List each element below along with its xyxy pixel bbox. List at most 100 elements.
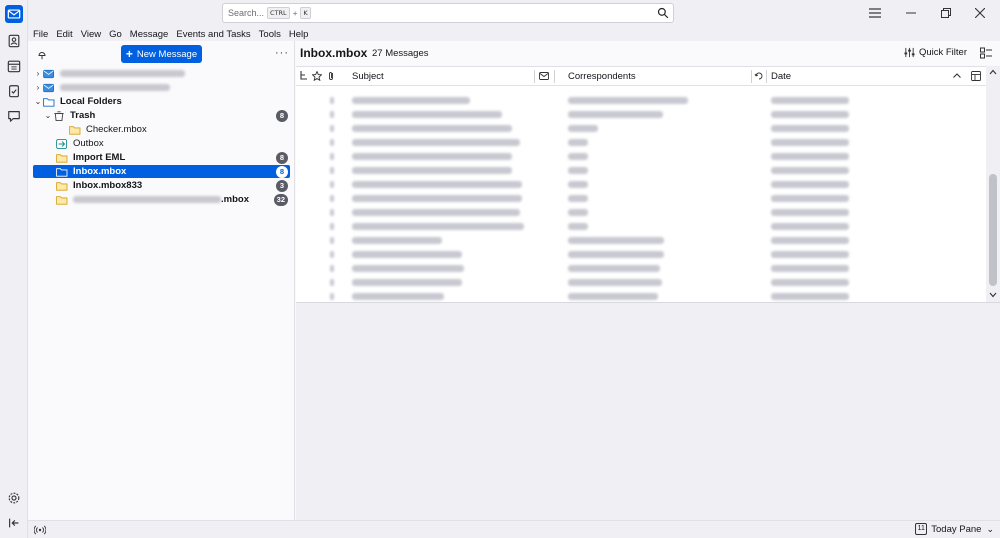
menu-file[interactable]: File <box>33 29 48 40</box>
unread-count-badge: 32 <box>273 193 288 206</box>
get-messages-icon[interactable] <box>36 48 48 60</box>
close-icon[interactable] <box>970 4 990 22</box>
menu-tools[interactable]: Tools <box>259 29 281 40</box>
message-preview-pane <box>296 302 1000 520</box>
folder-item-account-2[interactable]: › <box>33 81 290 94</box>
trash-icon <box>53 110 66 121</box>
redacted-thread-marker <box>330 293 334 300</box>
redacted-subject <box>352 251 462 258</box>
redacted-correspondent <box>568 111 663 118</box>
correspondents-column-header[interactable]: Correspondents <box>568 71 636 82</box>
redacted-thread-marker <box>330 209 334 216</box>
folder-item-checker-mbox[interactable]: Checker.mbox <box>33 123 290 136</box>
scroll-thumb[interactable] <box>989 174 997 286</box>
table-row[interactable] <box>296 192 986 206</box>
subject-column-header[interactable]: Subject <box>352 71 384 82</box>
folder-item-import-eml[interactable]: Import EML 8 <box>33 151 290 164</box>
folder-item-account-1[interactable]: › <box>33 67 290 80</box>
outbox-icon <box>56 138 69 149</box>
date-column-header[interactable]: Date <box>771 71 791 82</box>
new-message-button[interactable]: + New Message <box>121 45 202 63</box>
settings-gear-icon[interactable] <box>5 489 23 507</box>
sort-ascending-icon[interactable] <box>952 71 962 81</box>
table-row[interactable] <box>296 108 986 122</box>
minimize-icon[interactable] <box>901 4 921 22</box>
chevron-down-icon[interactable]: ⌄ <box>43 111 53 120</box>
column-divider[interactable] <box>554 70 555 83</box>
menu-go[interactable]: Go <box>109 29 122 40</box>
folder-item-inbox-mbox[interactable]: Inbox.mbox 8 <box>33 165 290 178</box>
folder-item-trash[interactable]: ⌄ Trash 8 <box>33 109 290 122</box>
mail-space-icon[interactable] <box>5 5 23 23</box>
calendar-icon[interactable] <box>5 57 23 75</box>
column-divider[interactable] <box>534 70 535 83</box>
folder-item-outbox[interactable]: Outbox <box>33 137 290 150</box>
table-row[interactable] <box>296 262 986 276</box>
today-pane-toggle[interactable]: 11 Today Pane ⌄ <box>915 523 994 535</box>
chat-icon[interactable] <box>5 107 23 125</box>
redacted-correspondent <box>568 251 664 258</box>
thread-scrollbar[interactable] <box>986 66 1000 302</box>
folder-label: Checker.mbox <box>86 124 147 135</box>
mail-account-icon <box>43 82 56 93</box>
redacted-date <box>771 293 849 300</box>
shortcut-plus: + <box>292 8 298 18</box>
menu-edit[interactable]: Edit <box>56 29 72 40</box>
table-row[interactable] <box>296 206 986 220</box>
display-options-icon[interactable] <box>980 47 992 59</box>
attachment-column-icon[interactable] <box>326 71 336 81</box>
table-row[interactable] <box>296 290 986 302</box>
app-menu-icon[interactable] <box>865 4 885 22</box>
redacted-thread-marker <box>330 111 334 118</box>
menu-events-and-tasks[interactable]: Events and Tasks <box>176 29 250 40</box>
table-row[interactable] <box>296 136 986 150</box>
chevron-right-icon[interactable]: › <box>33 83 43 92</box>
table-row[interactable] <box>296 234 986 248</box>
folder-item-local-folders[interactable]: ⌄ Local Folders <box>33 95 290 108</box>
column-divider[interactable] <box>766 70 767 83</box>
menu-message[interactable]: Message <box>130 29 169 40</box>
folder-item-inbox-mbox833[interactable]: Inbox.mbox833 3 <box>33 179 290 192</box>
scroll-up-icon[interactable] <box>989 69 997 75</box>
column-divider[interactable] <box>751 70 752 83</box>
table-row[interactable] <box>296 150 986 164</box>
star-column-icon[interactable] <box>312 71 322 81</box>
tasks-icon[interactable] <box>5 82 23 100</box>
menu-view[interactable]: View <box>81 29 101 40</box>
online-status-icon[interactable] <box>34 524 46 536</box>
global-search-input[interactable]: Search... CTRL + K <box>222 3 674 23</box>
redacted-subject <box>352 279 462 286</box>
scroll-down-icon[interactable] <box>989 292 997 298</box>
chevron-right-icon[interactable]: › <box>33 69 43 78</box>
chevron-down-icon[interactable]: ⌄ <box>33 97 43 106</box>
column-picker-icon[interactable] <box>971 71 981 81</box>
folder-item-redacted-mbox[interactable]: .mbox 32 <box>33 193 290 206</box>
quick-filter-button[interactable]: Quick Filter <box>904 47 967 58</box>
table-row[interactable] <box>296 248 986 262</box>
junk-status-icon[interactable] <box>754 71 764 81</box>
menu-help[interactable]: Help <box>289 29 309 40</box>
collapse-spaces-icon[interactable] <box>5 514 23 532</box>
folder-icon <box>56 194 69 205</box>
thread-column-icon[interactable] <box>299 71 309 81</box>
table-row[interactable] <box>296 164 986 178</box>
correspondents-icon[interactable] <box>539 71 549 81</box>
search-icon[interactable] <box>657 7 669 19</box>
folder-pane-menu-button[interactable]: ··· <box>275 47 289 59</box>
address-book-icon[interactable] <box>5 32 23 50</box>
redacted-date <box>771 223 849 230</box>
redacted-folder-name <box>73 196 221 203</box>
redacted-thread-marker <box>330 167 334 174</box>
table-row[interactable] <box>296 220 986 234</box>
table-row[interactable] <box>296 94 986 108</box>
table-row[interactable] <box>296 276 986 290</box>
redacted-correspondent <box>568 265 660 272</box>
redacted-correspondent <box>568 237 664 244</box>
table-row[interactable] <box>296 122 986 136</box>
redacted-correspondent <box>568 97 688 104</box>
folder-icon <box>56 152 69 163</box>
thread-column-header: Subject Correspondents Date <box>296 66 986 86</box>
redacted-subject <box>352 153 512 160</box>
table-row[interactable] <box>296 178 986 192</box>
restore-icon[interactable] <box>936 4 956 22</box>
